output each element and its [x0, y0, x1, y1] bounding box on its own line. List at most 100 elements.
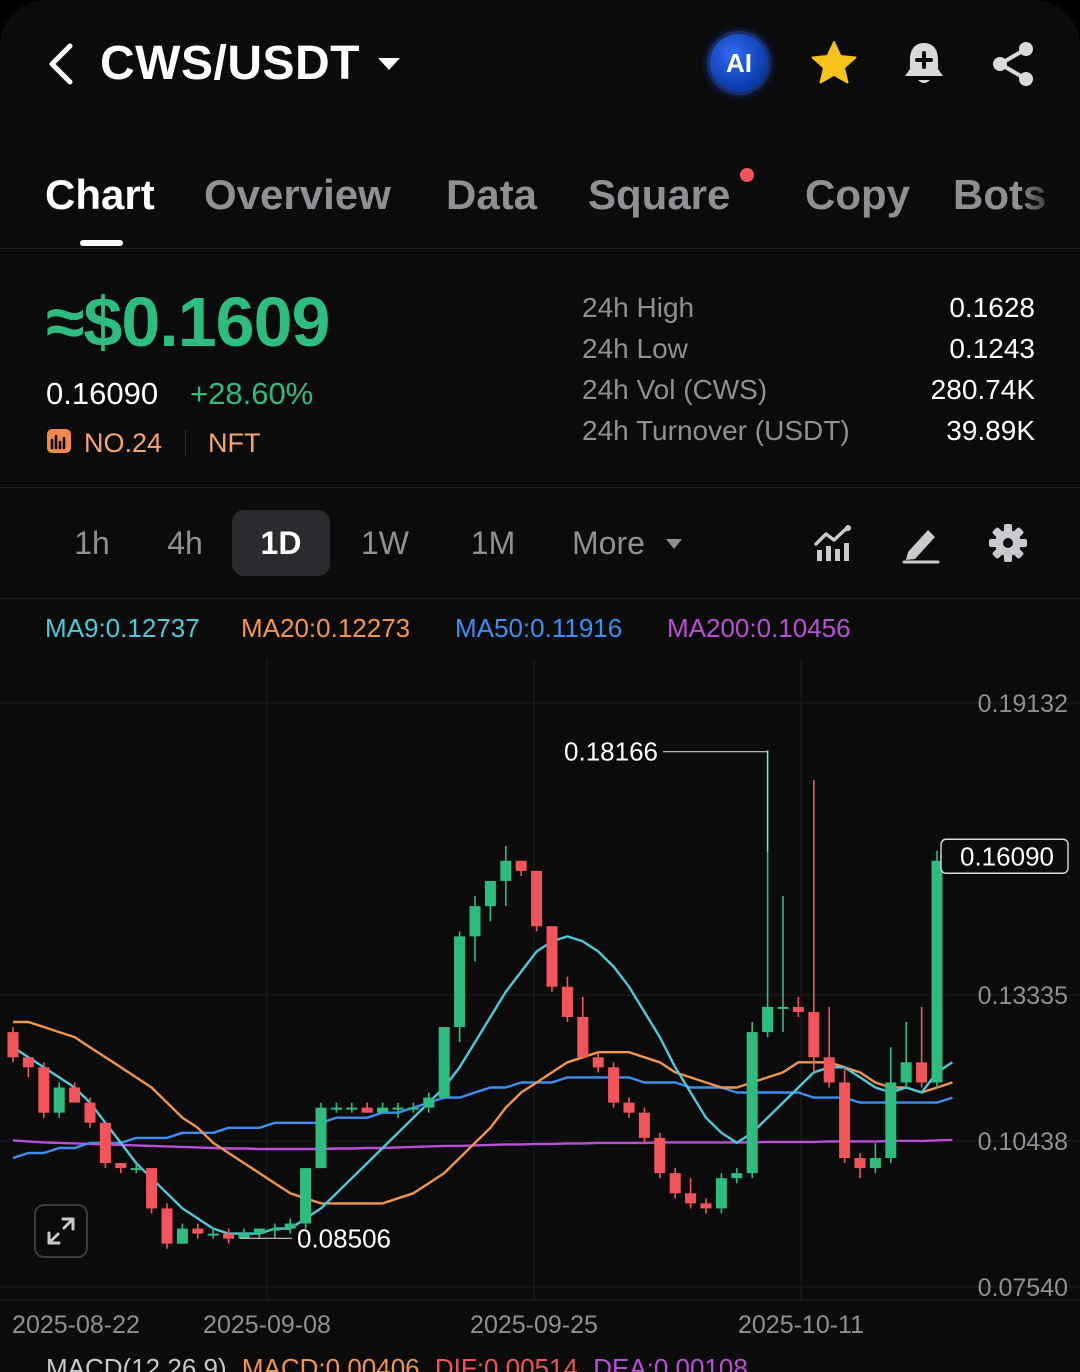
candle: [99, 1122, 111, 1169]
tab-chart[interactable]: Chart: [45, 169, 155, 221]
candle-body: [192, 1228, 204, 1234]
x-tick-label: 2025-09-08: [203, 1311, 331, 1339]
candle-body: [669, 1173, 681, 1194]
candle-body: [330, 1107, 342, 1110]
divider: [185, 430, 186, 456]
timeframe-more[interactable]: More: [560, 510, 660, 576]
candle: [361, 1102, 373, 1113]
tab-data[interactable]: Data: [446, 169, 537, 221]
timeframe-1w[interactable]: 1W: [345, 510, 425, 576]
candle-body: [746, 1032, 758, 1174]
dea-value: DEA:0.00108: [593, 1353, 748, 1372]
stat-label-24h-low: 24h Low: [582, 333, 688, 364]
stat-label-24h-turnover: 24h Turnover (USDT): [582, 415, 850, 446]
candle-body: [561, 986, 573, 1017]
candle: [869, 1142, 881, 1174]
candle: [731, 1168, 743, 1184]
candle: [823, 1006, 835, 1088]
candle: [176, 1223, 188, 1244]
candle: [346, 1102, 358, 1113]
candle-body: [623, 1102, 635, 1113]
stat-label-24h-high: 24h High: [582, 292, 695, 323]
candlestick-chart[interactable]: 0.19132 0.13335 0.10438 0.07540 2025-08-22 20…: [0, 660, 1080, 1372]
candle-body: [885, 1082, 897, 1159]
share-icon[interactable]: [988, 38, 1040, 90]
candle-body: [592, 1057, 604, 1068]
section-tabs: Chart Overview Data Square Copy Bots: [0, 165, 1080, 249]
candle: [715, 1173, 727, 1214]
y-tick-label: 0.19132: [978, 690, 1068, 718]
drawing-pen-icon[interactable]: [900, 522, 942, 564]
indicators-icon[interactable]: [812, 522, 854, 564]
candle: [7, 1027, 19, 1063]
candle-body: [515, 860, 527, 871]
candle-body: [269, 1228, 281, 1231]
tab-overview[interactable]: Overview: [204, 169, 391, 221]
high-marker-line: [663, 751, 769, 852]
y-tick-label: 0.13335: [978, 982, 1068, 1010]
candle-body: [654, 1137, 666, 1174]
candle: [746, 1022, 758, 1179]
candle-body: [361, 1107, 373, 1113]
timeframe-1h[interactable]: 1h: [52, 510, 132, 576]
candle-body: [284, 1223, 296, 1229]
candle: [500, 845, 512, 907]
tab-copy[interactable]: Copy: [805, 169, 910, 221]
candle-body: [223, 1233, 235, 1239]
candle: [38, 1062, 50, 1118]
more-dropdown-icon[interactable]: [664, 537, 684, 551]
candle: [161, 1203, 173, 1249]
trading-pair-title[interactable]: CWS/USDT: [100, 36, 360, 92]
candle: [515, 860, 527, 876]
favorite-star-icon[interactable]: [808, 38, 860, 90]
tab-square[interactable]: Square: [588, 169, 730, 221]
candle: [253, 1228, 265, 1239]
price-alert-bell-icon[interactable]: [898, 38, 950, 90]
candle-body: [931, 860, 943, 1083]
candle-body: [869, 1158, 881, 1169]
candle-body: [53, 1087, 65, 1113]
last-price-label: 0.16090: [960, 841, 1054, 871]
candle: [654, 1132, 666, 1179]
rank-badge[interactable]: NO.24: [84, 427, 162, 459]
settings-gear-icon[interactable]: [987, 522, 1029, 564]
expand-icon: [47, 1217, 75, 1245]
low-price-label: 0.08506: [297, 1223, 391, 1253]
chart-gridlines: [0, 660, 1080, 1301]
candle-body: [253, 1228, 265, 1234]
timeframe-1d[interactable]: 1D: [232, 510, 330, 576]
candle: [192, 1223, 204, 1239]
candle-body: [823, 1057, 835, 1083]
candle-body: [638, 1112, 650, 1138]
candle-body: [438, 1027, 450, 1098]
candle-body: [577, 1016, 589, 1058]
candle-body: [146, 1168, 158, 1209]
candle: [469, 896, 481, 962]
candle: [561, 976, 573, 1023]
candle-body: [808, 1011, 820, 1058]
category-tag[interactable]: NFT: [208, 427, 260, 459]
candle: [546, 926, 558, 992]
candle: [854, 1152, 866, 1179]
ai-assistant-button[interactable]: AI: [710, 34, 768, 92]
candle-body: [792, 1006, 804, 1012]
timeframe-1m[interactable]: 1M: [452, 510, 534, 576]
candle-body: [777, 1006, 789, 1009]
pair-dropdown-icon[interactable]: [376, 54, 402, 74]
back-arrow-icon[interactable]: [42, 40, 82, 88]
timeframe-4h[interactable]: 4h: [145, 510, 225, 576]
candle: [700, 1198, 712, 1214]
candle-body: [454, 936, 466, 1028]
candle: [608, 1062, 620, 1108]
x-tick-label: 2025-10-11: [738, 1311, 864, 1339]
candle-body: [115, 1163, 127, 1169]
top-bar: CWS/USDT AI: [0, 0, 1080, 130]
fullscreen-button[interactable]: [34, 1204, 88, 1258]
stat-label-24h-vol: 24h Vol (CWS): [582, 374, 768, 405]
stat-value-24h-high: 0.1628: [949, 292, 1035, 323]
candle-body: [423, 1097, 435, 1108]
candle-body: [300, 1168, 312, 1224]
divider: [0, 487, 1080, 488]
square-notification-dot: [740, 168, 754, 182]
candle: [638, 1107, 650, 1143]
